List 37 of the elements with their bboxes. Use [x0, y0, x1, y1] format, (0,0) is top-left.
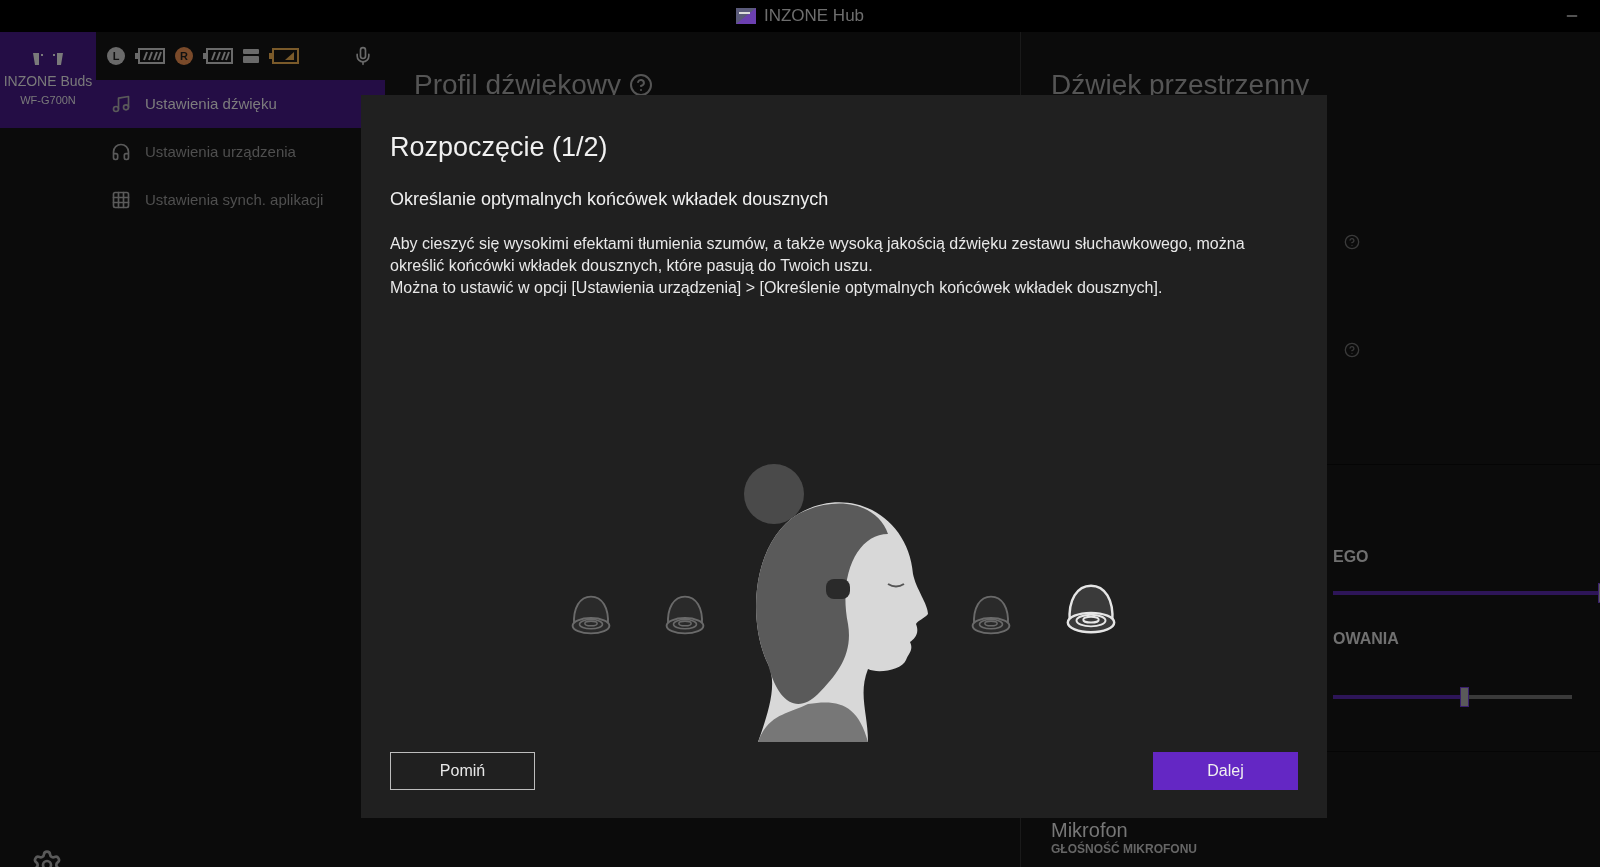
app-logo-icon — [735, 8, 756, 24]
section-title: Profil dźwiękowy — [414, 68, 621, 102]
dialog-text: Można to ustawić w opcji [Ustawienia urządzenia] > [Określenie optymalnych końcówek wkładek dousznych]. — [390, 277, 1164, 298]
dialog-text: Aby cieszyć się wysokimi efektami tłumienia szumów, a także wysoką jakością dźwięku zestawu słuchawkowego, można określić końcówki wkładek dousznych, które pasują do Twoich uszu. — [390, 233, 1246, 276]
nav-item[interactable]: Ustawienia urządzenia — [96, 128, 385, 176]
dialog-subtitle: Określanie optymalnych końcówek wkładek dousznych — [390, 187, 830, 211]
section-title: Dźwięk przestrzenny — [1051, 68, 1311, 102]
headphones-icon — [111, 142, 131, 162]
setting-label: GŁOŚNOŚĆ MIKROFONU — [1051, 843, 1198, 855]
nav-item[interactable]: Ustawienia synch. aplikacji — [96, 176, 385, 224]
device-tile[interactable]: INZONE Buds WF-G700N — [0, 32, 96, 128]
left-earbud-badge: L — [107, 47, 125, 65]
case-battery-icon — [269, 47, 299, 65]
microphone-icon[interactable] — [353, 46, 373, 66]
device-model: WF-G700N — [20, 93, 76, 109]
skip-button[interactable]: Pomiń — [390, 752, 535, 790]
help-icon[interactable] — [628, 73, 653, 97]
earbuds-icon — [31, 51, 65, 68]
battery-icon — [135, 47, 165, 65]
battery-icon — [203, 47, 233, 65]
music-note-icon — [111, 94, 131, 114]
nav-item[interactable]: Ustawienia dźwięku — [96, 80, 385, 128]
window-title: INZONE Hub — [763, 5, 865, 28]
slider-track[interactable] — [1333, 583, 1600, 603]
case-icon — [243, 49, 259, 63]
grid-icon — [111, 190, 131, 210]
right-earbud-badge: R — [175, 47, 193, 65]
slider-track[interactable] — [1333, 687, 1572, 707]
setting-label: EGO — [1333, 547, 1370, 567]
setting-label: OWANIA — [1333, 629, 1400, 649]
dialog-title: Rozpoczęcie (1/2) — [390, 131, 609, 164]
next-button[interactable]: Dalej — [1153, 752, 1298, 790]
help-icon[interactable] — [1344, 342, 1360, 358]
device-name: INZONE Buds — [3, 72, 93, 92]
help-icon[interactable] — [1344, 234, 1360, 250]
slider-thumb[interactable] — [1460, 687, 1470, 707]
section-title: Mikrofon — [1051, 820, 1129, 840]
